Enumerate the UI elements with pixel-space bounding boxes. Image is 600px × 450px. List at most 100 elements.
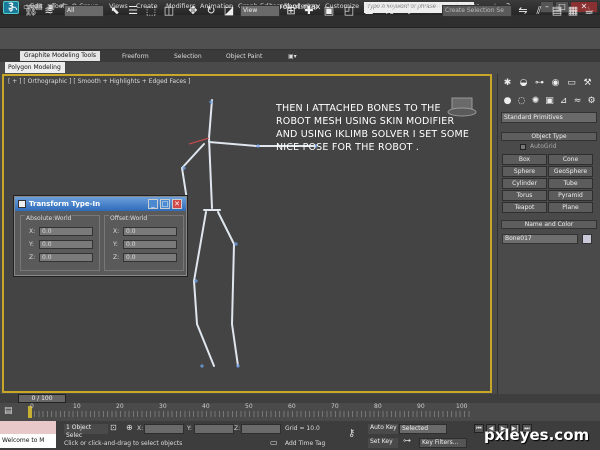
bind-space-warp-icon[interactable]: ≋ [42,4,56,18]
select-and-move-icon[interactable]: ✥ [186,4,200,18]
select-manipulate-icon[interactable]: ✚ [302,4,316,18]
key-icon[interactable]: ⚷ [348,428,355,439]
cameras-icon[interactable]: ▣ [544,96,555,107]
time-tag-icon[interactable]: ▭ [270,438,280,448]
key-filters-icon[interactable]: ⊶ [403,436,415,448]
render-production-icon[interactable]: ☕ [582,4,596,18]
select-and-rotate-icon[interactable]: ↻ [204,4,218,18]
percent-snap-icon[interactable]: % [382,4,396,18]
maxscript-listener-output[interactable] [0,421,56,434]
teapot-button[interactable]: Teapot [502,202,547,213]
lights-icon[interactable]: ✺ [530,96,541,107]
tick-label: 0 [30,403,34,410]
time-slider-track[interactable] [0,394,600,403]
tab-selection[interactable]: Selection [174,53,202,60]
absolute-world-label: Absolute:World [25,215,73,222]
transform-type-in-dialog[interactable]: Transform Type-In _ □ ✕ Absolute:World X… [14,196,187,276]
abs-z-spinner[interactable]: 0.0 [39,253,93,262]
keyboard-shortcut-icon[interactable]: ▣ [322,4,336,18]
tube-button[interactable]: Tube [548,178,593,189]
dialog-maximize-button[interactable]: □ [160,199,170,209]
systems-icon[interactable]: ⚙ [586,96,597,107]
lock-selection-icon[interactable]: ⊡ [110,423,120,433]
select-and-scale-icon[interactable]: ◪ [222,4,236,18]
autogrid-checkbox[interactable] [520,144,526,150]
add-time-tag-button[interactable]: Add Time Tag [285,440,325,447]
mini-curve-editor-icon[interactable]: ▤ [4,406,18,416]
rectangular-selection-icon[interactable]: ⬚ [144,4,158,18]
reference-coordinate-dropdown[interactable]: View [240,5,280,17]
object-color-swatch[interactable] [582,234,592,244]
polygon-modeling-panel[interactable]: Polygon Modeling [5,62,65,73]
x-coordinate-field[interactable] [144,424,184,434]
selection-filter-dropdown[interactable]: All [64,5,104,17]
window-crossing-icon[interactable]: ◫ [162,4,176,18]
go-to-start-icon[interactable]: ⏮ [474,424,484,433]
display-tab-icon[interactable]: ▭ [566,78,577,89]
plane-button[interactable]: Plane [548,202,593,213]
off-y-label: Y: [113,241,118,248]
name-and-color-rollout-header[interactable]: Name and Color [501,220,597,229]
angle-snap-icon[interactable]: ∠ [362,4,376,18]
key-mode-dropdown[interactable]: Selected [399,424,447,434]
modify-tab-icon[interactable]: ◒ [518,78,529,89]
hierarchy-tab-icon[interactable]: ⊶ [534,78,545,89]
spinner-snap-icon[interactable]: ⇳ [402,4,416,18]
create-tab-icon[interactable]: ✱ [502,78,513,89]
rendered-frame-icon[interactable]: ▦ [566,4,580,18]
z-coordinate-field[interactable] [241,424,281,434]
select-and-link-icon[interactable]: ⛓ [24,4,38,18]
sphere-button[interactable]: Sphere [502,166,547,177]
render-setup-icon[interactable]: ▤ [550,4,564,18]
space-warps-icon[interactable]: ≈ [572,96,583,107]
off-z-label: Z: [113,254,120,261]
upper-arm-left-bone [181,143,205,169]
shin-left-bone [193,280,198,325]
object-type-rollout-header[interactable]: Object Type [501,132,597,141]
named-selection-dropdown[interactable]: Create Selection Se [442,5,512,17]
select-by-name-icon[interactable]: ☰ [126,4,140,18]
y-coordinate-field[interactable] [194,424,234,434]
primitive-type-dropdown[interactable]: Standard Primitives [501,112,597,123]
dialog-minimize-button[interactable]: _ [148,199,158,209]
maxscript-mini-listener[interactable]: Welcome to M [0,434,56,448]
tab-freeform[interactable]: Freeform [122,53,149,60]
cone-button[interactable]: Cone [548,154,593,165]
tab-graphite-modeling-tools[interactable]: Graphite Modeling Tools [20,51,101,61]
select-object-icon[interactable]: ⬉ [108,4,122,18]
geometry-icon[interactable]: ● [502,96,513,107]
edit-named-selection-icon[interactable]: ✎ [420,4,434,18]
pyramid-button[interactable]: Pyramid [548,190,593,201]
grid-size-label: Grid = 10.0 [285,425,320,432]
y-label: Y: [187,425,192,432]
pivot-center-icon[interactable]: ⊞ [284,4,298,18]
x-label: X: [137,425,144,432]
tab-object-paint[interactable]: Object Paint [226,53,262,60]
set-key-button[interactable]: Set Key [368,438,398,448]
key-filters-button[interactable]: Key Filters... [419,438,467,448]
dialog-close-button[interactable]: ✕ [172,199,182,209]
auto-key-button[interactable]: Auto Key [368,424,398,434]
absolute-mode-icon[interactable]: ⊕ [126,423,136,433]
motion-tab-icon[interactable]: ◉ [550,78,561,89]
mirror-icon[interactable]: ⇋ [516,4,530,18]
ribbon-options-icon[interactable]: ▣▾ [288,53,297,60]
abs-x-spinner[interactable]: 0.0 [39,227,93,236]
shapes-icon[interactable]: ◌ [516,96,527,107]
object-name-field[interactable]: Bone017 [502,234,578,244]
torus-button[interactable]: Torus [502,190,547,201]
geosphere-button[interactable]: GeoSphere [548,166,593,177]
off-z-spinner[interactable]: 0.0 [123,253,177,262]
align-icon[interactable]: ⫽ [532,4,546,18]
abs-y-spinner[interactable]: 0.0 [39,240,93,249]
helpers-icon[interactable]: ⊿ [558,96,569,107]
snaps-toggle-icon[interactable]: ◰ [342,4,356,18]
utilities-tab-icon[interactable]: ⚒ [582,78,593,89]
time-slider[interactable]: 0 / 100 [18,394,66,403]
off-x-spinner[interactable]: 0.0 [123,227,177,236]
tick-label: 70 [331,403,339,410]
box-button[interactable]: Box [502,154,547,165]
off-y-spinner[interactable]: 0.0 [123,240,177,249]
undo-toolbar-icon[interactable]: ↶ [6,4,20,18]
cylinder-button[interactable]: Cylinder [502,178,547,189]
